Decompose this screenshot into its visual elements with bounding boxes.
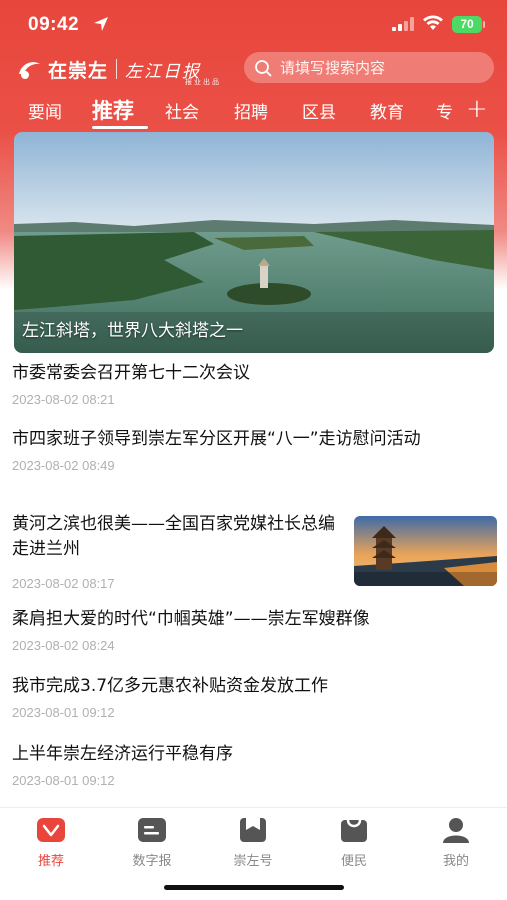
wifi-icon <box>423 15 443 30</box>
cellular-signal-icon <box>392 17 414 31</box>
news-item[interactable]: 黄河之滨也很美——全国百家党媒社长总编走进兰州 2023-08-02 08:17 <box>12 512 342 591</box>
news-date: 2023-08-02 08:49 <box>12 458 115 473</box>
active-tab-indicator <box>92 126 148 129</box>
news-title: 柔肩担大爱的时代“巾帼英雄”——崇左军嫂群像 <box>12 609 370 629</box>
tab-shehui[interactable]: 社会 <box>165 98 199 123</box>
news-date: 2023-08-02 08:21 <box>12 392 115 407</box>
home-indicator <box>164 885 344 890</box>
nav-label: 数字报 <box>132 854 172 869</box>
logo-newspaper-name: 左江日报 报业出品 <box>125 57 219 86</box>
search-input[interactable] <box>280 58 480 77</box>
app-logo: 在崇左 左江日报 报业出品 <box>16 54 219 86</box>
nav-label: 我的 <box>442 854 469 869</box>
nav-label: 推荐 <box>37 854 64 869</box>
news-item[interactable]: 我市完成3.7亿多元惠农补贴资金发放工作 2023-08-01 09:12 <box>12 674 497 720</box>
news-date: 2023-08-02 08:24 <box>12 638 115 653</box>
category-tabs: 要闻 推荐 社会 招聘 区县 教育 专 + <box>0 94 507 132</box>
tab-partial-next[interactable]: 专 <box>436 98 454 123</box>
logo-text: 在崇左 <box>48 59 109 82</box>
nav-item-mine[interactable]: 我的 <box>416 816 496 869</box>
logo-subtitle: 报业出品 <box>185 77 222 86</box>
hero-banner[interactable]: 左江斜塔，世界八大斜塔之一 <box>14 132 494 353</box>
search-bar[interactable] <box>244 52 494 83</box>
shopping-bag-icon <box>341 819 367 842</box>
news-item[interactable]: 柔肩担大爱的时代“巾帼英雄”——崇左军嫂群像 2023-08-02 08:24 <box>12 607 497 653</box>
nav-item-digital-paper[interactable]: 数字报 <box>112 816 192 869</box>
news-item[interactable]: 上半年崇左经济运行平稳有序 2023-08-01 09:12 <box>12 742 497 788</box>
nav-item-chongzuo-hao[interactable]: 崇左号 <box>213 816 293 869</box>
news-date: 2023-08-02 08:17 <box>12 576 115 591</box>
location-arrow-icon <box>94 17 108 31</box>
news-thumbnail-image <box>354 516 497 586</box>
nav-label: 便民 <box>340 854 367 869</box>
tab-tuijian[interactable]: 推荐 <box>92 95 134 125</box>
nav-item-recommend[interactable]: 推荐 <box>11 816 91 869</box>
digital-paper-icon <box>138 818 166 842</box>
news-title: 我市完成3.7亿多元惠农补贴资金发放工作 <box>12 676 329 696</box>
hero-caption: 左江斜塔，世界八大斜塔之一 <box>22 321 243 341</box>
logo-separator <box>116 59 118 79</box>
logo-mark-icon <box>19 62 40 79</box>
news-title: 上半年崇左经济运行平稳有序 <box>12 744 233 764</box>
news-item[interactable]: 市委常委会召开第七十二次会议 2023-08-02 08:21 <box>12 361 497 407</box>
tab-jiaoyu[interactable]: 教育 <box>370 98 404 123</box>
news-thumbnail[interactable] <box>354 516 497 586</box>
news-date: 2023-08-01 09:12 <box>12 705 115 720</box>
tab-quxian[interactable]: 区县 <box>302 98 336 123</box>
bookmark-icon <box>240 818 266 842</box>
news-date: 2023-08-01 09:12 <box>12 773 115 788</box>
status-time: 09:42 <box>28 14 80 35</box>
battery-indicator: 70 <box>452 16 485 33</box>
tab-zhaopin[interactable]: 招聘 <box>234 98 268 123</box>
user-profile-icon <box>443 818 469 843</box>
news-title: 市四家班子领导到崇左军分区开展“八一”走访慰问活动 <box>12 429 421 449</box>
news-item[interactable]: 市四家班子领导到崇左军分区开展“八一”走访慰问活动 2023-08-02 08:… <box>12 427 497 473</box>
add-channel-icon[interactable]: + <box>466 94 488 124</box>
search-icon <box>255 59 272 76</box>
news-title: 市委常委会召开第七十二次会议 <box>12 363 250 383</box>
recommend-heart-icon <box>37 818 65 842</box>
nav-item-convenience[interactable]: 便民 <box>314 816 394 869</box>
tab-yaowen[interactable]: 要闻 <box>28 98 62 123</box>
status-bar: 09:42 70 <box>0 0 507 50</box>
nav-label: 崇左号 <box>233 854 273 869</box>
news-title: 黄河之滨也很美——全国百家党媒社长总编走进兰州 <box>12 514 335 559</box>
